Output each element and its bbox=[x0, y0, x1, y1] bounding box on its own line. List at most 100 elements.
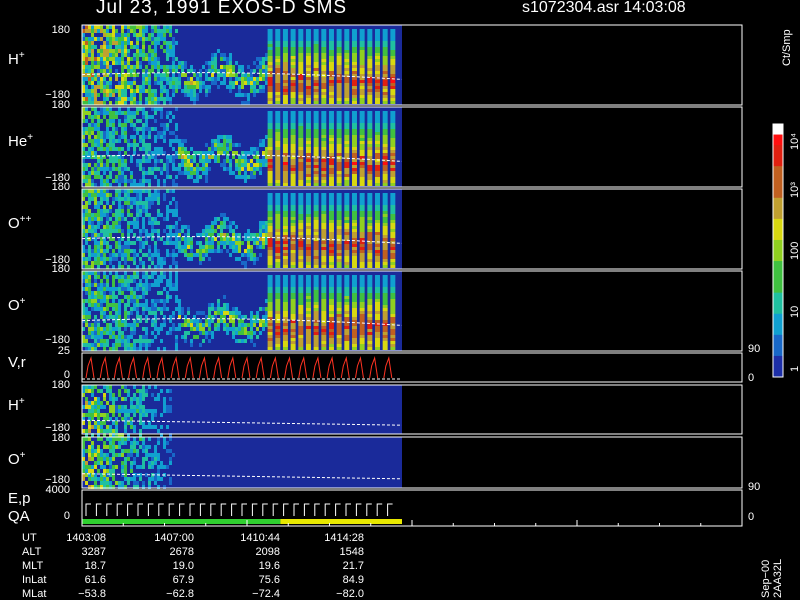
spectrogram-cell bbox=[130, 311, 133, 315]
burst-stripe-cell bbox=[321, 250, 327, 253]
spectrogram-cell bbox=[145, 315, 148, 319]
burst-stripe-cell bbox=[351, 80, 357, 83]
burst-stripe-cell bbox=[344, 299, 350, 302]
spectrogram-cell bbox=[139, 465, 142, 469]
spectrogram-cell bbox=[232, 143, 235, 147]
spectrogram-cell bbox=[157, 257, 160, 261]
burst-stripe-cell bbox=[344, 129, 350, 132]
burst-stripe-cell bbox=[282, 202, 288, 205]
spectrogram-cell bbox=[244, 101, 247, 105]
burst-stripe-cell bbox=[390, 220, 396, 223]
spectrogram-cell bbox=[145, 445, 148, 449]
burst-stripe-cell bbox=[290, 162, 296, 165]
spectrogram-cell bbox=[115, 295, 118, 299]
burst-stripe-cell bbox=[321, 344, 327, 347]
spectrogram-cell bbox=[121, 283, 124, 287]
burst-stripe-cell bbox=[336, 98, 342, 101]
spectrogram-cell bbox=[208, 319, 211, 323]
burst-stripe-cell bbox=[313, 305, 319, 308]
spectrogram-cell bbox=[139, 183, 142, 187]
spectrogram-cell bbox=[223, 221, 226, 225]
burst-stripe-cell bbox=[367, 114, 373, 117]
spectrogram-cell bbox=[190, 241, 193, 245]
burst-stripe-cell bbox=[290, 126, 296, 129]
spectrogram-cell bbox=[121, 275, 124, 279]
burst-stripe-cell bbox=[267, 329, 273, 332]
spectrogram-cell bbox=[139, 127, 142, 131]
burst-stripe-cell bbox=[367, 275, 373, 278]
spectrogram-cell bbox=[97, 453, 100, 457]
burst-stripe-cell bbox=[328, 214, 334, 217]
spectrogram-cell bbox=[193, 319, 196, 323]
spectrogram-cell bbox=[115, 115, 118, 119]
burst-stripe-cell bbox=[298, 150, 304, 153]
spectrogram-cell bbox=[118, 335, 121, 339]
spectrogram-cell bbox=[169, 275, 172, 279]
spectrogram-cell bbox=[184, 253, 187, 257]
spectrogram-cell bbox=[85, 53, 88, 57]
burst-stripe-cell bbox=[313, 111, 319, 114]
spectrogram-cell bbox=[133, 477, 136, 481]
burst-stripe-cell bbox=[328, 68, 334, 71]
burst-stripe-cell bbox=[351, 205, 357, 208]
burst-stripe-cell bbox=[336, 265, 342, 268]
spectrogram-cell bbox=[85, 37, 88, 41]
burst-stripe-cell bbox=[374, 183, 380, 186]
spectrogram-cell bbox=[148, 147, 151, 151]
burst-stripe-cell bbox=[374, 162, 380, 165]
energy-sweep-trace bbox=[251, 503, 258, 516]
spectrogram-cell bbox=[160, 323, 163, 327]
spectrogram-cell bbox=[217, 225, 220, 229]
spectrogram-cell bbox=[244, 155, 247, 159]
burst-stripe-cell bbox=[313, 47, 319, 50]
spectrogram-cell bbox=[193, 81, 196, 85]
burst-stripe-cell bbox=[390, 68, 396, 71]
spectrogram-cell bbox=[91, 347, 94, 351]
spectrogram-cell bbox=[205, 167, 208, 171]
spectrogram-cell bbox=[148, 311, 151, 315]
burst-stripe-cell bbox=[298, 293, 304, 296]
burst-stripe-cell bbox=[313, 129, 319, 132]
spectrogram-cell bbox=[175, 57, 178, 61]
burst-stripe-cell bbox=[344, 332, 350, 335]
spectrogram-cell bbox=[100, 135, 103, 139]
spectrogram-cell bbox=[139, 257, 142, 261]
spectrogram-cell bbox=[166, 299, 169, 303]
energy-sweep-trace bbox=[262, 503, 268, 516]
burst-stripe-cell bbox=[359, 83, 365, 86]
burst-stripe-cell bbox=[290, 259, 296, 262]
spectrogram-cell bbox=[94, 283, 97, 287]
spectrogram-cell bbox=[178, 245, 181, 249]
spectrogram-cell bbox=[136, 405, 139, 409]
spectrogram-cell bbox=[148, 265, 151, 269]
spectrogram-cell bbox=[130, 397, 133, 401]
spectrogram-cell bbox=[238, 245, 241, 249]
spectrogram-cell bbox=[121, 29, 124, 33]
spectrogram-cell bbox=[118, 205, 121, 209]
spectrogram-cell bbox=[124, 175, 127, 179]
spectrogram-cell bbox=[88, 151, 91, 155]
spectrogram-cell bbox=[142, 441, 145, 445]
spectrogram-cell bbox=[94, 201, 97, 205]
burst-stripe-cell bbox=[344, 205, 350, 208]
spectrogram-cell bbox=[145, 155, 148, 159]
spectrogram-cell bbox=[109, 225, 112, 229]
burst-stripe-cell bbox=[336, 141, 342, 144]
spectrogram-cell bbox=[124, 77, 127, 81]
spectrogram-cell bbox=[124, 303, 127, 307]
spectrogram-cell bbox=[178, 323, 181, 327]
burst-stripe-cell bbox=[336, 223, 342, 226]
burst-stripe-cell bbox=[336, 126, 342, 129]
spectrogram-cell bbox=[151, 127, 154, 131]
spectrogram-cell bbox=[85, 291, 88, 295]
spectrogram-cell bbox=[91, 139, 94, 143]
spectrogram-cell bbox=[145, 331, 148, 335]
spectrogram-cell bbox=[160, 291, 163, 295]
spectrogram-cell bbox=[190, 163, 193, 167]
spectrogram-cell bbox=[178, 163, 181, 167]
spectrogram-cell bbox=[118, 249, 121, 253]
burst-stripe-cell bbox=[282, 214, 288, 217]
burst-stripe-cell bbox=[321, 341, 327, 344]
spectrogram-cell bbox=[166, 209, 169, 213]
burst-stripe-cell bbox=[351, 326, 357, 329]
